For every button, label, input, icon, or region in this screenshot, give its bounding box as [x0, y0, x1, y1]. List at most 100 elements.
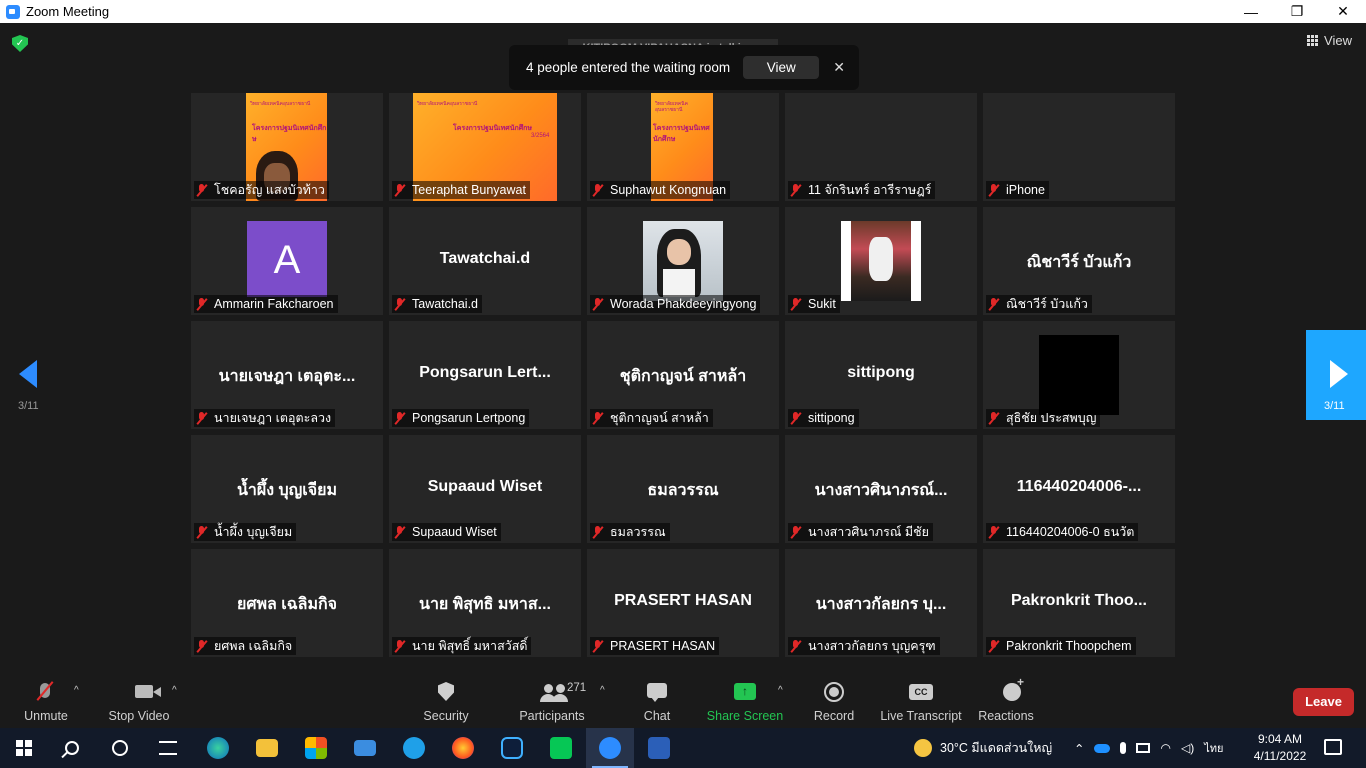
participant-tile[interactable]: PRASERT HASAN PRASERT HASAN	[587, 549, 779, 657]
participant-display-name: PRASERT HASAN	[614, 592, 752, 609]
participant-tile[interactable]: Pakronkrit Thoo... Pakronkrit Thoopchem	[983, 549, 1175, 657]
participant-tile[interactable]: น้ำผึ้ง บุญเจียม น้ำผึ้ง บุญเจียม	[191, 435, 383, 543]
participant-name: Tawatchai.d	[412, 297, 479, 311]
cortana-button[interactable]	[96, 728, 144, 768]
participant-display-name: Pakronkrit Thoo...	[1010, 592, 1147, 609]
participant-display-name: นาย พิสุทธิ มหาส...	[419, 596, 551, 613]
close-button[interactable]: ✕	[1320, 0, 1366, 23]
wifi-icon[interactable]: ◠	[1160, 741, 1170, 755]
live-transcript-button[interactable]: CC Live Transcript	[880, 675, 962, 728]
notification-center-icon[interactable]	[1324, 739, 1342, 755]
battery-icon[interactable]	[1136, 743, 1151, 753]
taskbar-app-word[interactable]	[635, 728, 683, 768]
microphone-muted-icon	[26, 681, 66, 707]
taskbar-app-mail[interactable]	[341, 728, 389, 768]
participant-tile[interactable]: ธมลวรรณ ธมลวรรณ	[587, 435, 779, 543]
participant-label: 11 จักรินทร์ อารีราษฎร์	[788, 181, 936, 199]
participant-tile[interactable]: วิทยาลัยเทคนิคอุบลราชธานี โครงการปฐมนิเท…	[191, 93, 383, 201]
chat-button[interactable]: Chat	[637, 675, 677, 728]
stop-video-button[interactable]: Stop Video	[108, 675, 170, 728]
participant-label: นายเจษฎา เตอุตะลวง	[194, 409, 336, 427]
clock[interactable]: 9:04 AM 4/11/2022	[1240, 731, 1320, 765]
unmute-label: Unmute	[24, 709, 68, 723]
reactions-button[interactable]: Reactions	[978, 675, 1034, 728]
taskbar-app-internet-explorer[interactable]	[390, 728, 438, 768]
start-button[interactable]	[0, 728, 48, 768]
participant-tile[interactable]: A Ammarin Fakcharoen	[191, 207, 383, 315]
taskbar-app-zoom[interactable]	[586, 728, 634, 768]
previous-page-button[interactable]: 3/11	[0, 331, 60, 421]
taskbar-app-file-explorer[interactable]	[243, 728, 291, 768]
participants-options-caret[interactable]: ^	[600, 685, 605, 696]
participant-name: ยศพล เฉลิมกิจ	[214, 639, 293, 653]
taskbar-app-store[interactable]	[292, 728, 340, 768]
task-view-button[interactable]	[144, 728, 192, 768]
close-icon[interactable]: ✕	[833, 59, 845, 76]
share-options-caret[interactable]: ^	[778, 685, 783, 696]
participants-button[interactable]: 271 Participants	[519, 675, 587, 728]
next-page-button[interactable]: 3/11	[1306, 330, 1366, 420]
participant-label: Worada Phakdeeyingyong	[590, 295, 761, 313]
mic-muted-icon	[394, 183, 406, 197]
participant-label: ยศพล เฉลิมกิจ	[194, 637, 297, 655]
participant-name: Ammarin Fakcharoen	[214, 297, 334, 311]
mic-muted-icon	[592, 411, 604, 425]
waiting-room-view-button[interactable]: View	[743, 56, 820, 79]
waiting-room-message: 4 people entered the waiting room	[526, 60, 731, 75]
participants-count: 271	[567, 682, 587, 694]
participant-tile[interactable]: นางสาวกัลยกร บุ... นางสาวกัลยกร บุญครุฑ	[785, 549, 977, 657]
restore-button[interactable]: ❐	[1274, 0, 1320, 23]
record-button[interactable]: Record	[814, 675, 854, 728]
participant-display-name: 116440204006-...	[1016, 478, 1142, 495]
taskbar-app-firefox[interactable]	[439, 728, 487, 768]
participant-tile[interactable]: ชุติกาญจน์ สาหล้า ชุติกาญจน์ สาหล้า	[587, 321, 779, 429]
encryption-shield-icon[interactable]: ✓	[12, 35, 28, 52]
unmute-button[interactable]: Unmute	[24, 675, 68, 728]
audio-options-caret[interactable]: ^	[74, 685, 79, 696]
participant-tile[interactable]: Worada Phakdeeyingyong	[587, 207, 779, 315]
participant-tile[interactable]: สุธิชัย ประสพบุญ	[983, 321, 1175, 429]
video-feed	[1039, 335, 1119, 415]
taskbar-app-webex[interactable]	[488, 728, 536, 768]
onedrive-icon[interactable]	[1094, 743, 1111, 753]
reactions-label: Reactions	[978, 709, 1034, 723]
participant-name: ชุติกาญจน์ สาหล้า	[610, 411, 709, 425]
participant-tile[interactable]: ณิชาวีร์ บัวแก้ว ณิชาวีร์ บัวแก้ว	[983, 207, 1175, 315]
participant-tile[interactable]: Supaaud Wiset Supaaud Wiset	[389, 435, 581, 543]
participant-name: นาย พิสุทธิ์ มหาสวัสดิ์	[412, 639, 528, 653]
participant-tile[interactable]: Sukit	[785, 207, 977, 315]
microphone-icon[interactable]	[1120, 742, 1127, 754]
taskbar-app-edge-dev[interactable]	[194, 728, 242, 768]
task-view-icon	[159, 741, 177, 755]
search-button[interactable]	[48, 728, 96, 768]
weather-widget[interactable]: 30°C มีแดดส่วนใหญ่	[914, 728, 1052, 768]
participant-label: โชคอรัญ แสงบัวท้าว	[194, 181, 329, 199]
participant-tile[interactable]: 116440204006-... 116440204006-0 ธนวัต	[983, 435, 1175, 543]
view-button[interactable]: View	[1307, 33, 1352, 48]
participant-tile[interactable]: sittipong sittipong	[785, 321, 977, 429]
participant-tile[interactable]: ยศพล เฉลิมกิจ ยศพล เฉลิมกิจ	[191, 549, 383, 657]
zoom-window: Zoom Meeting — ❐ ✕ ✓ View KITIPOOM VIPAH…	[0, 0, 1366, 768]
participant-name: PRASERT HASAN	[610, 639, 716, 653]
minimize-button[interactable]: —	[1228, 0, 1274, 23]
participant-tile[interactable]: วิทยาลัยเทคนิคอุบลราชธานี โครงการปฐมนิเท…	[389, 93, 581, 201]
input-language[interactable]: ไทย	[1204, 739, 1223, 757]
share-screen-button[interactable]: ↑ Share Screen	[707, 675, 783, 728]
participant-tile[interactable]: Tawatchai.d Tawatchai.d	[389, 207, 581, 315]
participant-tile[interactable]: นาย พิสุทธิ มหาส... นาย พิสุทธิ์ มหาสวัส…	[389, 549, 581, 657]
participant-tile[interactable]: 11 จักรินทร์ อารีราษฎร์	[785, 93, 977, 201]
taskbar-app-line[interactable]	[537, 728, 585, 768]
participant-tile[interactable]: Pongsarun Lert... Pongsarun Lertpong	[389, 321, 581, 429]
chevron-up-icon[interactable]: ⌃	[1074, 741, 1084, 756]
video-options-caret[interactable]: ^	[172, 685, 177, 696]
security-button[interactable]: Security	[422, 675, 470, 728]
participant-tile[interactable]: วิทยาลัยเทคนิคอุบลราชธานี โครงการปฐมนิเท…	[587, 93, 779, 201]
leave-button[interactable]: Leave	[1293, 688, 1354, 716]
speaker-icon[interactable]: ◁)	[1181, 741, 1194, 755]
mail-icon	[354, 740, 376, 756]
page-indicator-right: 3/11	[1324, 400, 1345, 412]
participant-tile[interactable]: iPhone	[983, 93, 1175, 201]
participant-tile[interactable]: นายเจษฎา เตอุตะ... นายเจษฎา เตอุตะลวง	[191, 321, 383, 429]
participant-tile[interactable]: นางสาวศินาภรณ์... นางสาวศินาภรณ์ มีชัย	[785, 435, 977, 543]
participant-label: sittipong	[788, 409, 859, 427]
